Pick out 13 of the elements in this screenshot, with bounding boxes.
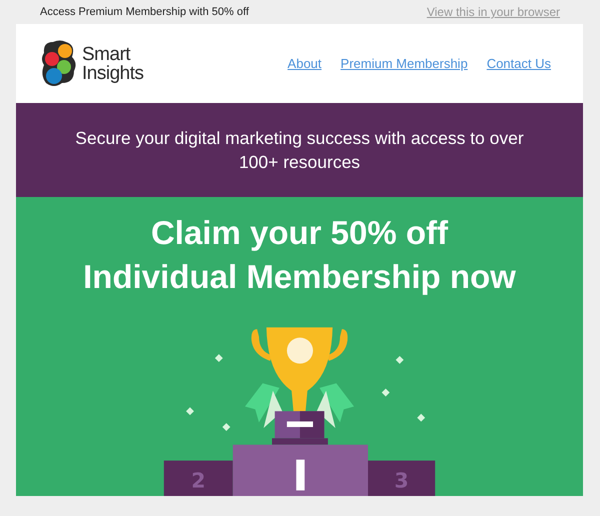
browser-link[interactable]: View this in your browser <box>426 5 560 19</box>
logo-text: Smart <box>82 44 132 64</box>
logo-icon <box>40 38 78 88</box>
nav-link[interactable]: Contact Us <box>486 56 551 71</box>
podium-number: 2 <box>191 468 206 493</box>
hero-headline: Individual Membership now <box>83 257 516 297</box>
hero-headline: Claim your 50% off <box>150 213 448 253</box>
preheader-text: Access Premium Membership with 50% off <box>40 6 249 18</box>
nav-link[interactable]: Premium Membership <box>340 56 468 71</box>
banner-text: Secure your digital marketing success with access to over 100+ resources <box>74 127 525 174</box>
logo-text: Insights <box>82 64 144 82</box>
nav-link[interactable]: About <box>288 56 322 71</box>
podium-number: 3 <box>394 468 409 493</box>
